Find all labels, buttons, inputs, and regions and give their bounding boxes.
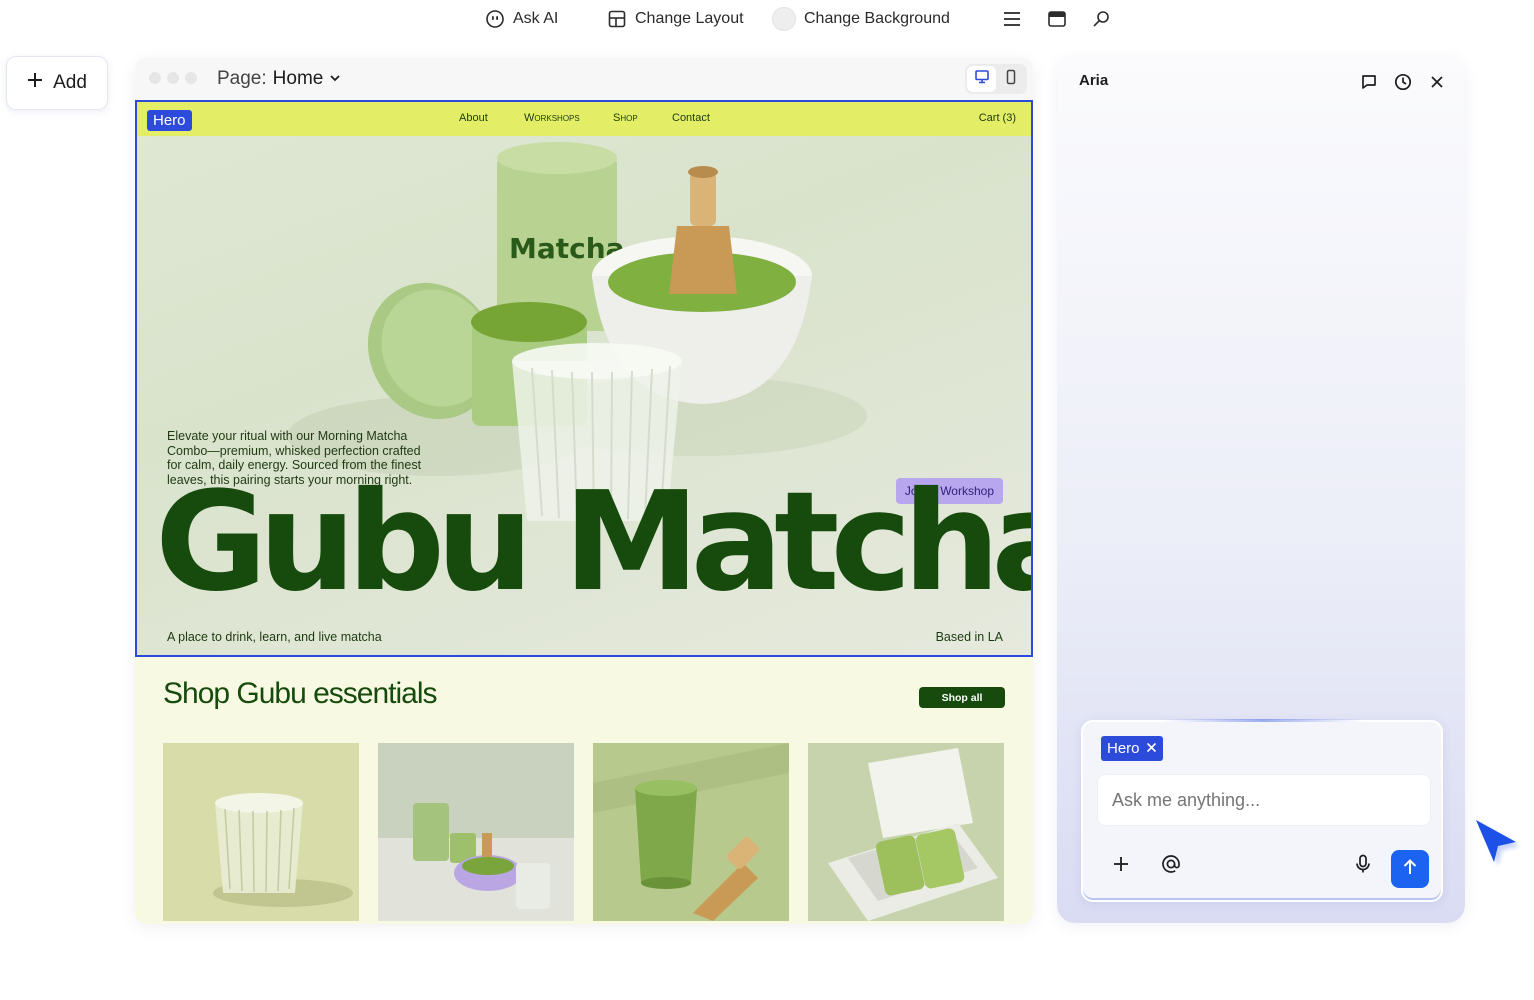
add-button[interactable]: Add	[6, 56, 108, 110]
mobile-view-button[interactable]	[996, 66, 1025, 92]
matcha-latte-image	[593, 743, 789, 921]
shop-all-button[interactable]: Shop all	[919, 687, 1005, 708]
swatch-icon	[772, 7, 796, 31]
product-matcha-latte[interactable]	[593, 743, 789, 921]
ask-ai-label: Ask AI	[513, 10, 559, 27]
desktop-view-button[interactable]	[967, 66, 996, 92]
chevron-down-icon	[329, 68, 341, 90]
shop-section: Shop Gubu essentials Shop all	[135, 657, 1033, 924]
plus-icon	[27, 72, 43, 94]
editor-canvas: Page: Home About Workshops Shop Contact …	[135, 58, 1033, 924]
hero-section[interactable]: About Workshops Shop Contact Cart (3) He…	[135, 100, 1033, 657]
microphone-icon	[1354, 854, 1372, 879]
robot-icon	[485, 9, 505, 29]
nav-shop[interactable]: Shop	[613, 112, 638, 124]
site-navbar: About Workshops Shop Contact Cart (3)	[137, 102, 1031, 136]
pin-button[interactable]	[1091, 6, 1111, 32]
change-layout-button[interactable]: Change Layout	[607, 6, 744, 32]
aria-header-actions	[1359, 72, 1447, 92]
mobile-icon	[1003, 69, 1019, 90]
top-toolbar: Ask AI Change Layout Change Background	[0, 0, 1534, 40]
change-background-label: Change Background	[804, 10, 950, 27]
nav-contact[interactable]: Contact	[672, 112, 710, 124]
chat-icon[interactable]	[1359, 72, 1379, 92]
nav-workshops[interactable]: Workshops	[524, 112, 580, 124]
pin-icon	[1091, 9, 1111, 29]
change-background-button[interactable]: Change Background	[772, 6, 950, 32]
page-name: Home	[272, 68, 324, 89]
hero-location: Based in LA	[935, 630, 1003, 644]
ask-ai-button[interactable]: Ask AI	[485, 6, 558, 32]
at-sign-icon	[1161, 854, 1181, 879]
voice-button[interactable]	[1349, 852, 1377, 880]
desktop-icon	[974, 69, 990, 90]
selected-element-tag: Hero	[147, 110, 192, 131]
history-icon[interactable]	[1393, 72, 1413, 92]
shop-title: Shop Gubu essentials	[163, 677, 438, 710]
hero-brand-title: Gubu Matcha	[155, 463, 1033, 622]
nav-cart[interactable]: Cart (3)	[979, 112, 1016, 124]
chat-composer: Hero	[1081, 719, 1443, 902]
context-chip-label: Hero	[1107, 740, 1140, 757]
aria-title: Aria	[1079, 72, 1109, 89]
attach-button[interactable]	[1107, 852, 1135, 880]
mention-button[interactable]	[1157, 852, 1185, 880]
gift-box-image	[808, 743, 1004, 921]
ask-input[interactable]	[1097, 774, 1431, 826]
add-label: Add	[53, 72, 87, 93]
device-switcher	[965, 64, 1027, 94]
close-icon[interactable]	[1427, 72, 1447, 92]
matcha-set-image	[378, 743, 574, 921]
page-selector[interactable]: Page: Home	[217, 68, 341, 90]
page-prefix: Page:	[217, 68, 267, 89]
product-gift-box[interactable]	[808, 743, 1004, 921]
context-chip[interactable]: Hero	[1101, 736, 1163, 761]
change-layout-label: Change Layout	[635, 10, 744, 27]
menu-icon	[1002, 9, 1022, 29]
layout-icon	[607, 9, 627, 29]
hero-tagline: A place to drink, learn, and live matcha	[167, 630, 382, 644]
glass-cup-image	[163, 743, 359, 921]
window-button[interactable]	[1047, 6, 1067, 32]
send-button[interactable]	[1391, 850, 1429, 888]
product-matcha-set[interactable]	[378, 743, 574, 921]
plus-icon	[1113, 856, 1129, 877]
arrow-up-icon	[1401, 858, 1419, 881]
window-icon	[1047, 9, 1067, 29]
window-controls	[149, 72, 197, 84]
remove-chip-icon[interactable]	[1146, 740, 1157, 757]
aria-panel: Aria Hero	[1057, 56, 1465, 923]
product-glass-cup[interactable]	[163, 743, 359, 921]
browser-bar: Page: Home	[135, 58, 1033, 100]
menu-button[interactable]	[1002, 6, 1022, 32]
nav-about[interactable]: About	[459, 112, 488, 124]
cursor-pointer-icon	[1470, 814, 1526, 875]
